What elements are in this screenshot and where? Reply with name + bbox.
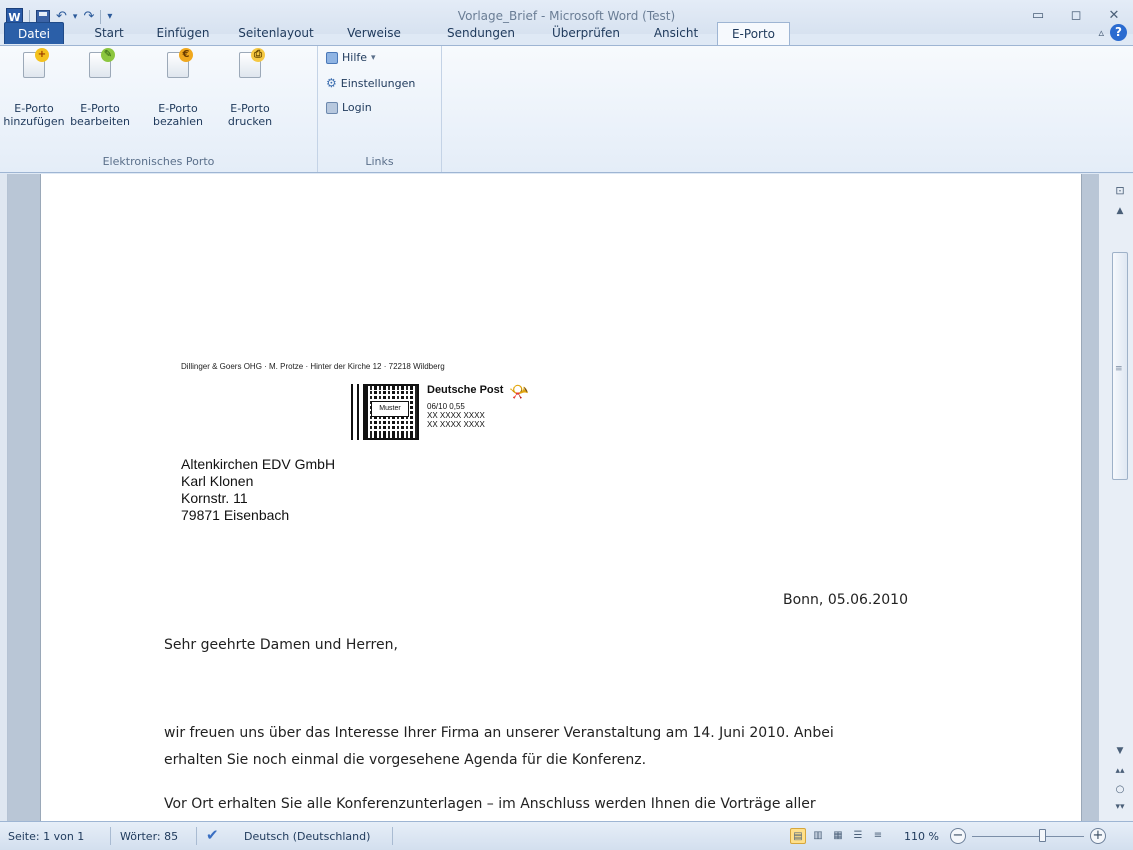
help-icon: [326, 51, 338, 64]
ribbon: + E-Porto hinzufügen ✎ E-Porto bearbeite…: [0, 45, 1133, 173]
recipient-line: Karl Klonen: [181, 473, 254, 489]
group-elektronisches-porto: + E-Porto hinzufügen ✎ E-Porto bearbeite…: [0, 46, 318, 172]
chevron-down-icon: ▾: [371, 52, 376, 63]
proofing-icon[interactable]: ✔: [206, 826, 219, 844]
scroll-down-icon[interactable]: ▼: [1112, 746, 1128, 756]
recipient-address: Altenkirchen EDV GmbH Karl Klonen Kornst…: [181, 456, 335, 524]
recipient-line: Kornstr. 11: [181, 490, 248, 506]
recipient-line: 79871 Eisenbach: [181, 507, 290, 523]
tab-verweise[interactable]: Verweise: [336, 22, 412, 44]
next-page-icon[interactable]: ▾▾: [1112, 802, 1128, 812]
hilfe-button[interactable]: Hilfe ▾: [326, 51, 376, 64]
status-separator: [110, 827, 111, 845]
e-porto-bearbeiten-button[interactable]: ✎ E-Porto bearbeiten: [66, 48, 134, 128]
button-label: bezahlen: [152, 115, 204, 128]
button-label: hinzufügen: [3, 115, 65, 128]
browse-object-icon[interactable]: ○: [1112, 784, 1128, 795]
word-count[interactable]: Wörter: 85: [120, 830, 178, 843]
button-label: bearbeiten: [70, 115, 130, 128]
full-screen-reading-view-icon[interactable]: ▥: [810, 828, 826, 844]
tab-sendungen[interactable]: Sendungen: [434, 22, 528, 44]
web-layout-view-icon[interactable]: ▦: [830, 828, 846, 844]
button-label: E-Porto: [80, 102, 120, 115]
salutation: Sehr geehrte Damen und Herren,: [164, 637, 398, 653]
tab-ansicht[interactable]: Ansicht: [643, 22, 709, 44]
paragraph-line: erhalten Sie noch einmal die vorgesehene…: [164, 752, 647, 768]
login-label: Login: [342, 101, 372, 114]
recipient-line: Altenkirchen EDV GmbH: [181, 456, 336, 472]
date-line: Bonn, 05.06.2010: [783, 592, 908, 608]
posthorn-icon: 📯: [509, 382, 529, 401]
postage-stamp: Muster Deutsche Post 📯 06/10 0,55 XX XXX…: [351, 382, 541, 444]
previous-page-icon[interactable]: ▴▴: [1112, 766, 1128, 776]
minimize-icon[interactable]: ▭: [1019, 8, 1057, 23]
status-separator: [392, 827, 393, 845]
tab-seitenlayout[interactable]: Seitenlayout: [228, 22, 324, 44]
status-separator: [196, 827, 197, 845]
document-area[interactable]: Dillinger & Goers OHG · M. Protze · Hint…: [0, 174, 1098, 821]
ruler-toggle-icon[interactable]: ⊡: [1112, 184, 1128, 197]
e-porto-drucken-button[interactable]: ⎙ E-Porto drucken: [216, 48, 284, 128]
ribbon-tabs: Datei Start Einfügen Seitenlayout Verwei…: [0, 22, 1133, 46]
print-layout-view-icon[interactable]: ▤: [790, 828, 806, 844]
stamp-barcode: [351, 384, 359, 440]
e-porto-bezahlen-button[interactable]: € E-Porto bezahlen: [144, 48, 212, 128]
draft-view-icon[interactable]: ≡: [870, 828, 886, 844]
language-indicator[interactable]: Deutsch (Deutschland): [244, 830, 370, 843]
e-porto-hinzufuegen-button[interactable]: + E-Porto hinzufügen: [0, 48, 68, 128]
print-stamp-icon: ⎙: [239, 48, 265, 78]
pay-stamp-icon: €: [167, 48, 193, 78]
group-label: Elektronisches Porto: [102, 155, 215, 168]
window-title: Vorlage_Brief - Microsoft Word (Test): [457, 9, 676, 23]
close-icon[interactable]: ✕: [1095, 8, 1133, 23]
page-count[interactable]: Seite: 1 von 1: [8, 830, 84, 843]
button-label: E-Porto: [230, 102, 270, 115]
vertical-ruler: [0, 174, 8, 821]
einstellungen-label: Einstellungen: [340, 76, 416, 90]
group-label: Links: [365, 155, 394, 168]
edit-stamp-icon: ✎: [89, 48, 115, 78]
paragraph-line: Vor Ort erhalten Sie alle Konferenzunter…: [164, 796, 816, 812]
stamp-line: 06/10 0,55: [427, 402, 465, 411]
muster-label: Muster: [371, 401, 409, 417]
paragraph-line: wir freuen uns über das Interesse Ihrer …: [164, 725, 834, 741]
stamp-line: XX XXXX XXXX: [427, 411, 485, 420]
tab-ueberpruefen[interactable]: Überprüfen: [543, 22, 629, 44]
zoom-out-icon[interactable]: −: [950, 828, 966, 844]
gear-icon: ⚙: [326, 76, 337, 90]
add-stamp-icon: +: [23, 48, 49, 78]
hilfe-label: Hilfe: [342, 51, 368, 64]
minimize-ribbon-icon[interactable]: ▵: [1098, 26, 1104, 39]
button-label: E-Porto: [158, 102, 198, 115]
zoom-in-icon[interactable]: +: [1090, 828, 1106, 844]
group-links: Hilfe ▾ ⚙ Einstellungen Login Links: [318, 46, 442, 172]
window-controls: ▭ ◻ ✕: [1019, 8, 1133, 23]
document-page[interactable]: Dillinger & Goers OHG · M. Protze · Hint…: [40, 174, 1082, 821]
tab-datei[interactable]: Datei: [4, 22, 64, 44]
grip-icon: ≡: [1115, 364, 1123, 374]
stamp-line: XX XXXX XXXX: [427, 420, 485, 429]
tab-einfuegen[interactable]: Einfügen: [148, 22, 218, 44]
login-button[interactable]: Login: [326, 101, 372, 114]
ribbon-right-controls: ▵ ?: [1098, 24, 1127, 41]
scroll-up-icon[interactable]: ▲: [1112, 206, 1128, 216]
vertical-scrollbar[interactable]: ⊡ ▲ ≡ ▼ ▴▴ ○ ▾▾: [1098, 174, 1133, 821]
tab-start[interactable]: Start: [86, 22, 132, 44]
einstellungen-button[interactable]: ⚙ Einstellungen: [326, 76, 415, 90]
button-label: drucken: [227, 115, 273, 128]
login-icon: [326, 101, 338, 114]
deutsche-post-brand: Deutsche Post: [427, 384, 504, 396]
zoom-slider-thumb[interactable]: [1039, 829, 1046, 842]
restore-icon[interactable]: ◻: [1057, 8, 1095, 23]
zoom-level[interactable]: 110 %: [904, 830, 939, 843]
tab-e-porto[interactable]: E-Porto: [717, 22, 790, 46]
help-icon[interactable]: ?: [1110, 24, 1127, 41]
status-bar: Seite: 1 von 1 Wörter: 85 ✔ Deutsch (Deu…: [0, 821, 1133, 850]
button-label: E-Porto: [14, 102, 54, 115]
sender-line: Dillinger & Goers OHG · M. Protze · Hint…: [181, 362, 445, 371]
zoom-slider-track[interactable]: [972, 836, 1084, 837]
outline-view-icon[interactable]: ☰: [850, 828, 866, 844]
